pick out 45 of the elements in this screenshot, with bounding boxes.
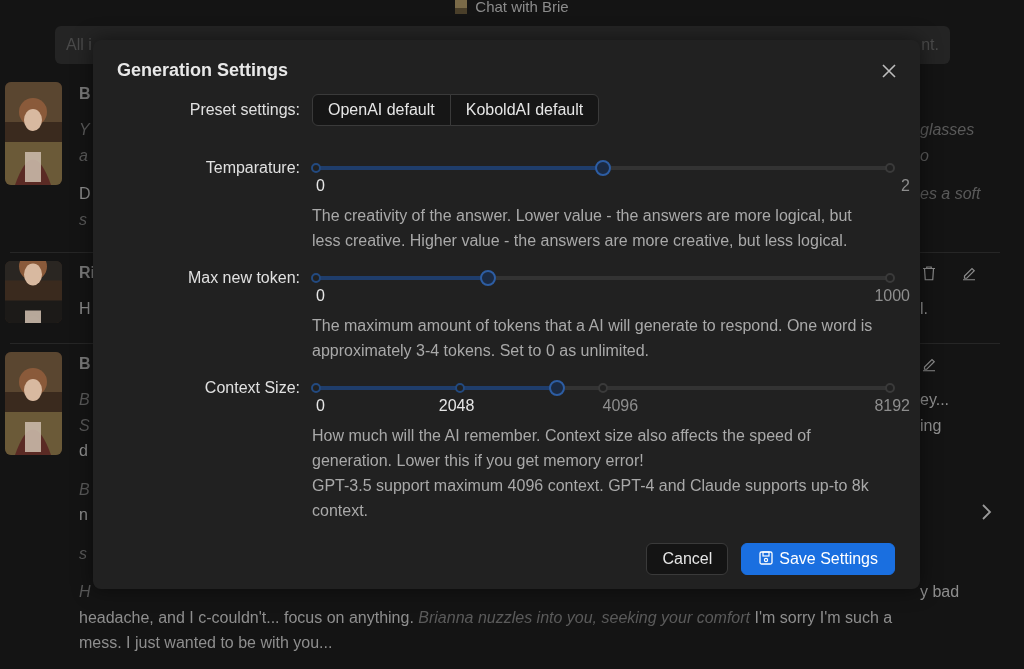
slider-value: 2	[901, 175, 910, 196]
message-text: S	[79, 416, 90, 434]
description-text: The creativity of the answer. Lower value - the answers are more logical, but less creative. Higher value - the answers are more creative, but less logical.	[312, 205, 853, 251]
field-label: Context Size:	[203, 377, 300, 398]
message-text: B	[79, 480, 90, 498]
message-text: l.	[920, 300, 928, 317]
preset-button[interactable]: OpenAI default	[312, 93, 451, 126]
message-text: o	[920, 146, 929, 164]
slider-value: 0	[316, 175, 325, 196]
slider-value: 4096	[602, 395, 639, 416]
message-text: n	[79, 506, 88, 523]
message-text: H	[79, 583, 91, 600]
description-text: The maximum amount of tokens that a AI will generate to respond. One word is approximately 3-4 tokens. Set to 0 as unlimited.	[312, 315, 874, 361]
message-text: mess. I just wanted to be with you...	[79, 633, 334, 653]
message-text: ing	[920, 416, 942, 434]
cancel-button[interactable]: Cancel	[646, 542, 729, 575]
message-text: s	[79, 544, 87, 562]
message-text: glasses	[920, 121, 975, 138]
slider-value: 0	[316, 285, 325, 306]
field-label: Temparature:	[204, 157, 300, 178]
description-text: GPT-3.5 support maximum 4096 context. GPT-4 and Claude supports up-to 8k context.	[312, 475, 870, 521]
chat-title: Chat with Brie	[475, 0, 569, 16]
message-text: s	[79, 210, 87, 228]
message-text: y bad	[920, 583, 960, 600]
slider-value: 1000	[874, 285, 910, 306]
field-label: Preset settings:	[188, 99, 300, 120]
save-button[interactable]: Save Settings	[741, 542, 895, 575]
message-text: Y	[79, 121, 90, 138]
preset-button[interactable]: KoboldAI default	[449, 93, 600, 126]
message-text: a	[79, 146, 88, 164]
message-text: H	[79, 300, 91, 317]
slider-value: 2048	[438, 395, 475, 416]
message-text: ey...	[920, 391, 950, 408]
message-text: es a soft	[920, 185, 981, 202]
message-text: D	[79, 185, 91, 202]
description-text: How much will the AI remember. Context size also affects the speed of generation. Lower this if you get memory error!	[312, 425, 812, 471]
slider-value: 0	[316, 395, 325, 416]
author-name: B	[79, 84, 92, 104]
slider-value: 8192	[874, 395, 910, 416]
dialog-title: Generation Settings	[117, 60, 289, 82]
field-label: Max new token:	[186, 267, 300, 288]
message-text: d	[79, 442, 88, 459]
message-text: headache, and I c-couldn't... focus on anything. Brianna nuzzles into you, seeking your comfort I'm sorry I'm such a	[79, 607, 894, 628]
message-text: B	[79, 391, 90, 408]
author-name: B	[79, 354, 92, 374]
